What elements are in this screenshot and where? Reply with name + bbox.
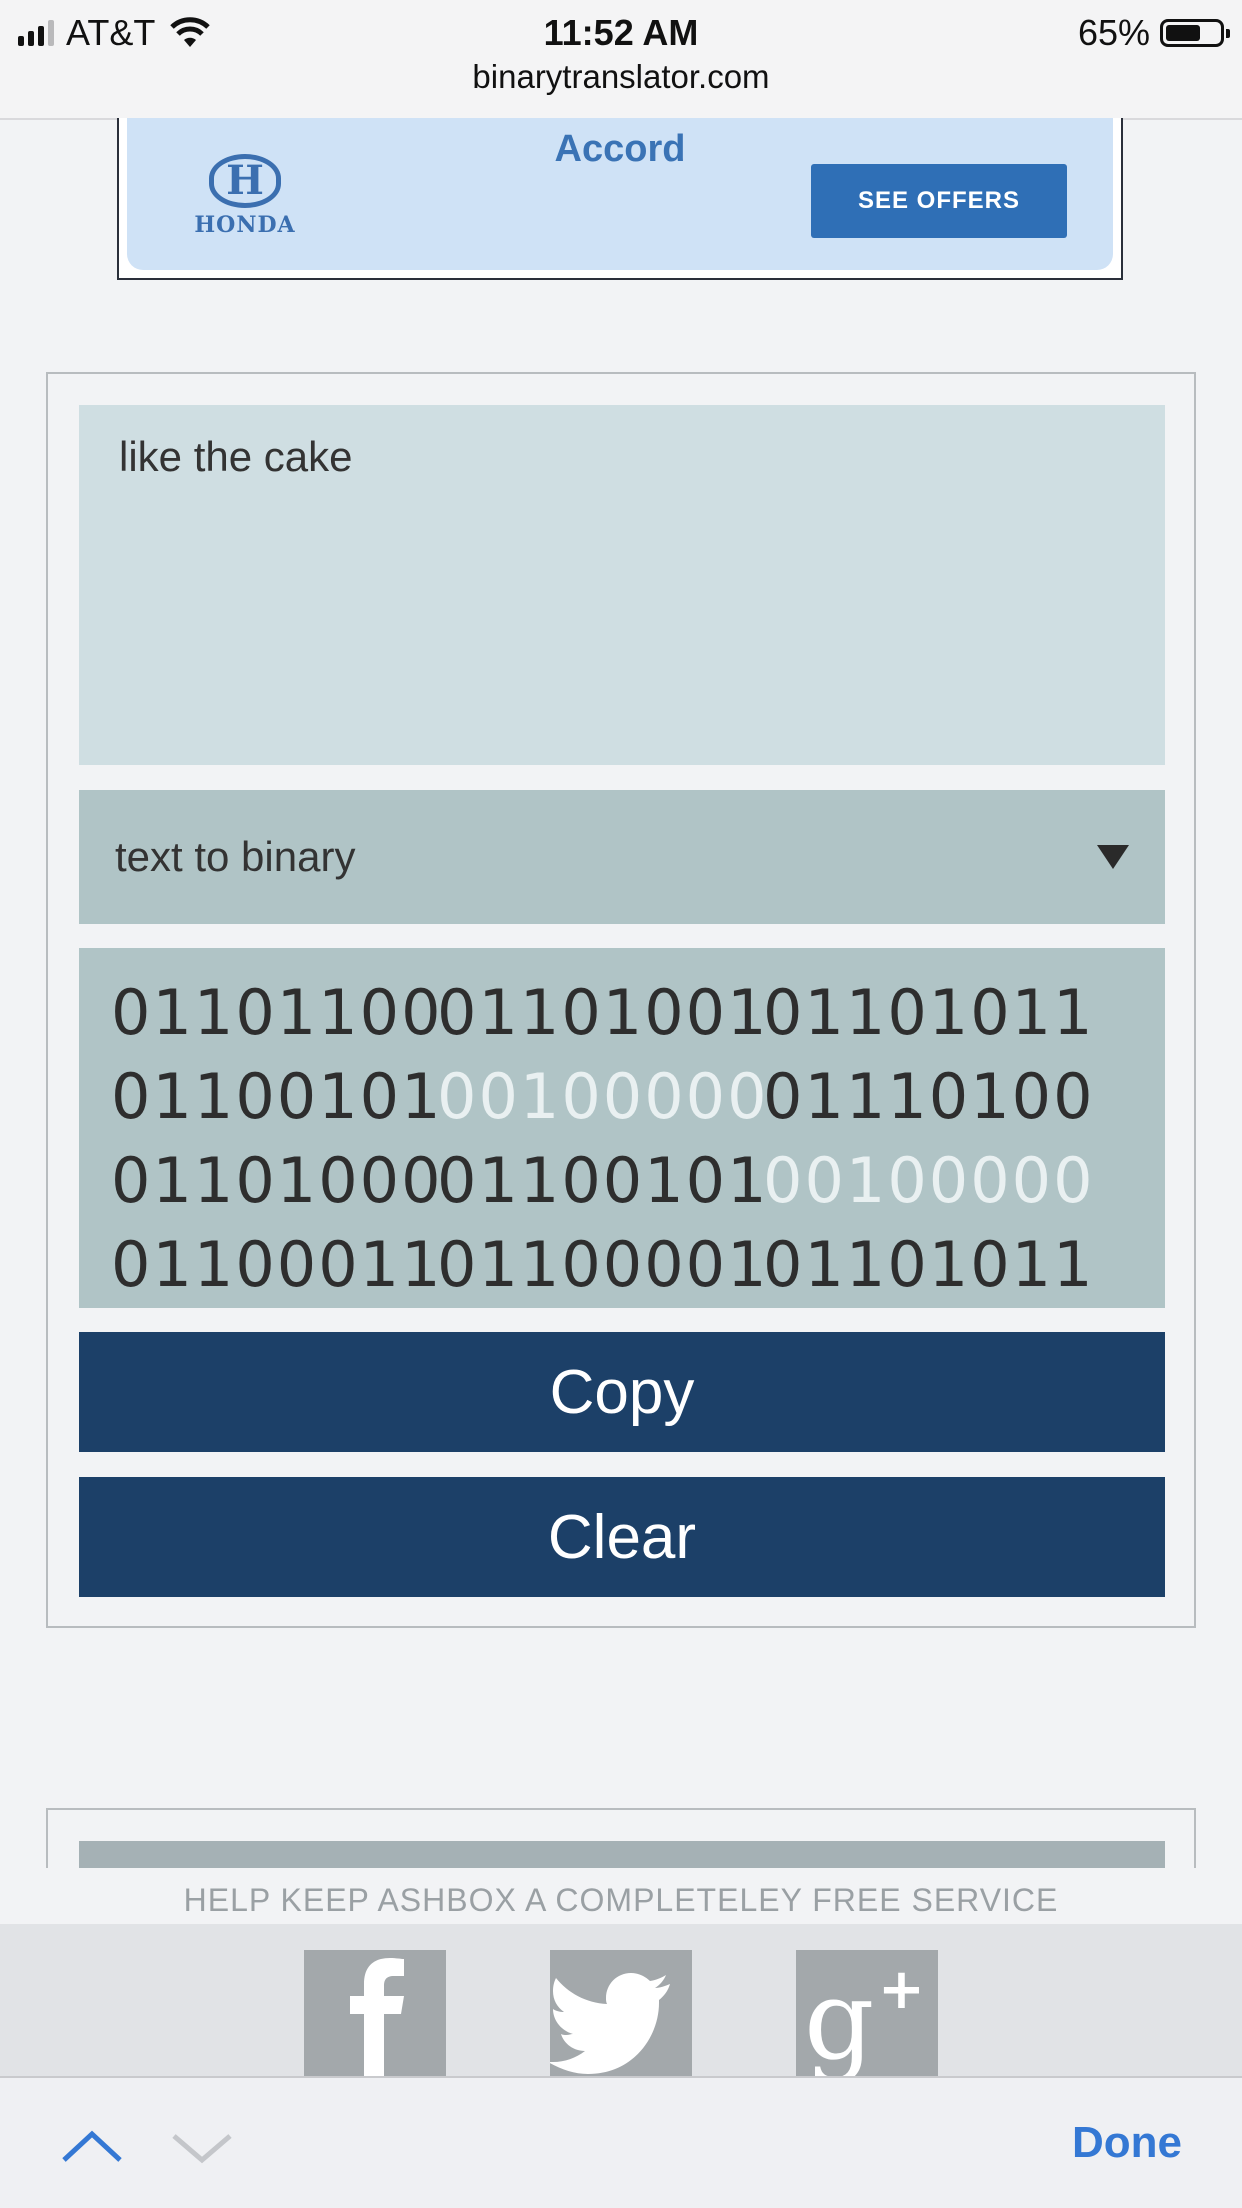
binary-row: 01100011 01100001 01101011 — [111, 1222, 1165, 1306]
google-plus-icon[interactable]: g + — [796, 1950, 938, 2076]
binary-byte: 00100000 — [763, 1143, 1095, 1217]
binary-byte: 00100000 — [437, 1059, 769, 1133]
battery-percent: 65% — [1077, 12, 1150, 53]
social-footer: HELP KEEP ASHBOX A COMPLETELEY FREE SERV… — [0, 1868, 1242, 2076]
binary-byte: 01101011 — [763, 1227, 1095, 1301]
see-offers-button[interactable]: SEE OFFERS — [811, 164, 1067, 238]
binary-byte: 01101011 — [763, 975, 1095, 1049]
mode-select-value: text to binary — [115, 833, 356, 880]
second-panel-header — [79, 1841, 1165, 1868]
battery-icon — [1160, 19, 1230, 47]
dropdown-arrow-icon — [1097, 845, 1129, 869]
binary-byte: 01100011 — [111, 1227, 443, 1301]
chevron-up-icon[interactable] — [62, 2118, 122, 2178]
binary-byte: 01100101 — [437, 1143, 769, 1217]
battery-group: 65% — [1077, 12, 1230, 54]
binary-row: 01101000 01100101 00100000 — [111, 1138, 1165, 1222]
twitter-icon[interactable] — [550, 1950, 692, 2076]
binary-byte: 01101000 — [111, 1143, 443, 1217]
svg-text:+: + — [878, 1957, 925, 2022]
clock: 11:52 AM — [543, 12, 699, 53]
ad-banner[interactable]: H HONDA Accord SEE OFFERS — [117, 118, 1123, 280]
binary-byte: 01101100 — [111, 975, 443, 1049]
second-panel — [46, 1808, 1196, 1868]
translator-panel: like the cake text to binary 01101100 011… — [46, 372, 1196, 1628]
clear-button[interactable]: Clear — [79, 1477, 1165, 1597]
binary-byte: 01110100 — [763, 1059, 1095, 1133]
done-button[interactable]: Done — [1072, 2118, 1182, 2168]
binary-output[interactable]: 01101100 01101001 01101011 01100101 00100000… — [79, 948, 1165, 1308]
chevron-down-icon[interactable] — [172, 2118, 232, 2178]
url-bar[interactable]: binarytranslator.com — [0, 58, 1242, 96]
binary-row: 01100101 00100000 01110100 — [111, 1054, 1165, 1138]
form-toolbar: Done — [0, 2076, 1242, 2208]
status-bar: AT&T 11:52 AM 65% binarytranslator.com — [0, 0, 1242, 120]
copy-button[interactable]: Copy — [79, 1332, 1165, 1452]
binary-row: 01101100 01101001 01101011 — [111, 970, 1165, 1054]
mode-select[interactable]: text to binary — [79, 790, 1165, 924]
binary-byte: 01100101 — [111, 1059, 443, 1133]
support-text: HELP KEEP ASHBOX A COMPLETELEY FREE SERV… — [0, 1868, 1242, 1924]
facebook-icon[interactable] — [304, 1950, 446, 2076]
binary-byte: 01100001 — [437, 1227, 769, 1301]
svg-text:g: g — [804, 1956, 874, 2076]
binary-byte: 01101001 — [437, 975, 769, 1049]
text-input[interactable]: like the cake — [79, 405, 1165, 765]
